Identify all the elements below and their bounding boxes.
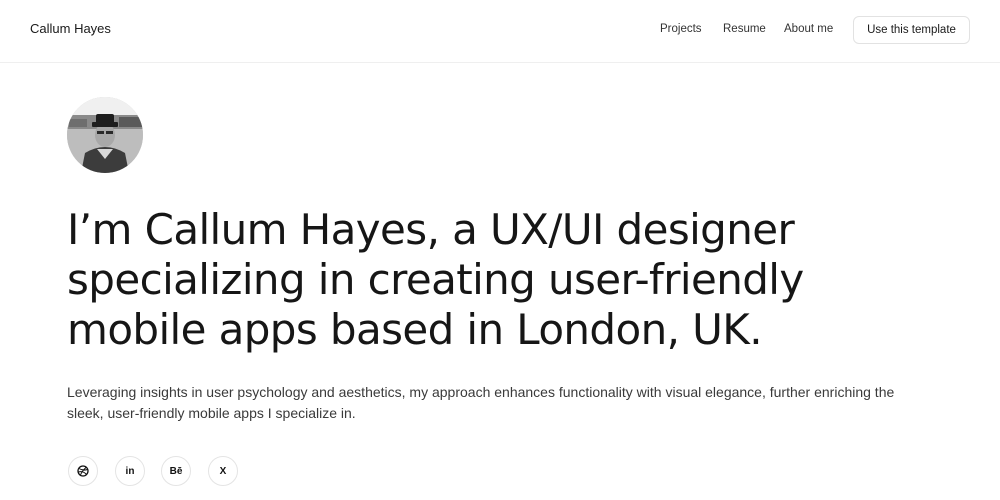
site-header: Callum Hayes Projects Resume About me Us… bbox=[0, 0, 1000, 63]
behance-link[interactable]: Bē bbox=[161, 456, 191, 486]
x-link[interactable]: X bbox=[208, 456, 238, 486]
use-template-button[interactable]: Use this template bbox=[853, 16, 970, 44]
linkedin-icon: in bbox=[125, 465, 135, 477]
nav-link-resume[interactable]: Resume bbox=[723, 23, 766, 35]
hero-headline: I’m Callum Hayes, a UX/UI designer speci… bbox=[67, 205, 804, 354]
x-icon: X bbox=[219, 465, 227, 477]
avatar-photo bbox=[67, 97, 143, 173]
portfolio-page: Callum Hayes Projects Resume About me Us… bbox=[0, 0, 1000, 500]
dribbble-link[interactable] bbox=[68, 456, 98, 486]
nav-link-projects[interactable]: Projects bbox=[660, 23, 702, 35]
dribbble-icon bbox=[77, 465, 89, 477]
brand-link[interactable]: Callum Hayes bbox=[30, 21, 111, 36]
nav-link-about-me[interactable]: About me bbox=[784, 23, 833, 35]
hero-intro: Leveraging insights in user psychology a… bbox=[67, 384, 895, 421]
linkedin-link[interactable]: in bbox=[115, 456, 145, 486]
behance-icon: Bē bbox=[169, 465, 183, 477]
avatar bbox=[67, 97, 143, 173]
